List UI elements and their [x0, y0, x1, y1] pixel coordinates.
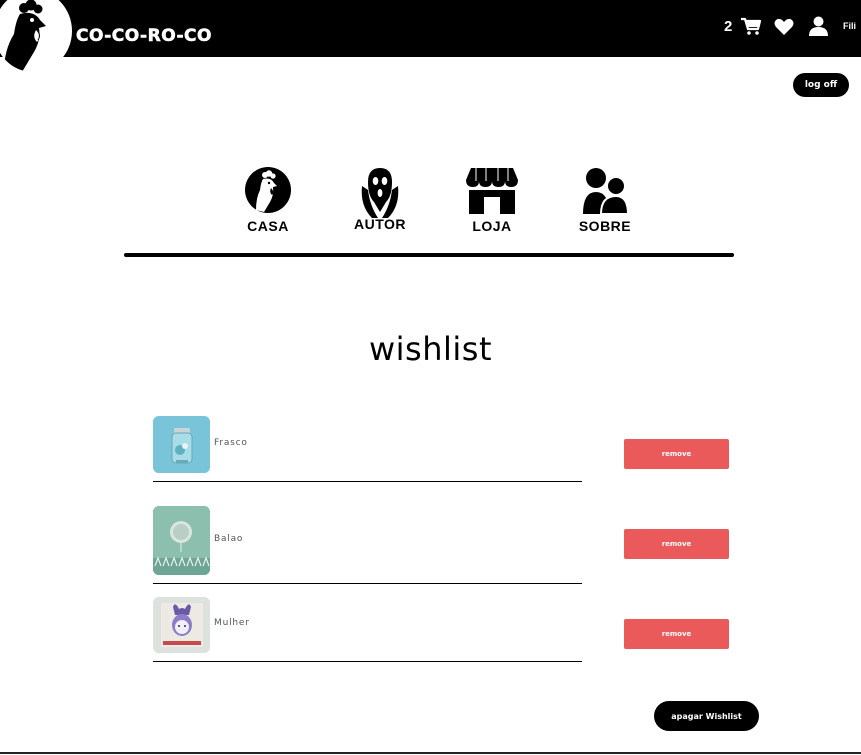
user-name[interactable]: Fili	[843, 21, 856, 31]
nav-item-loja[interactable]: LOJA	[442, 166, 542, 234]
row-divider	[153, 661, 582, 662]
row-divider	[153, 481, 582, 482]
people-icon	[583, 168, 629, 214]
logoff-button[interactable]: log off	[793, 73, 849, 97]
nav-item-autor[interactable]: AUTOR	[330, 166, 430, 232]
clear-wishlist-button[interactable]: apagar Wishlist	[654, 701, 759, 731]
remove-button[interactable]: remove	[624, 439, 729, 469]
row-divider	[153, 583, 582, 584]
rooster-logo-icon[interactable]	[0, 0, 72, 72]
rooster-circle-icon	[245, 167, 291, 213]
scream-face-icon	[361, 168, 399, 218]
heart-icon[interactable]	[774, 18, 794, 40]
cart-count: 2	[724, 18, 733, 35]
nav-label: CASA	[247, 218, 289, 234]
brand-name[interactable]: CO-CO-RO-CO	[76, 26, 212, 47]
remove-button[interactable]: remove	[624, 619, 729, 649]
user-icon[interactable]	[809, 16, 828, 40]
item-thumbnail-frasco[interactable]	[153, 416, 210, 473]
nav-item-casa[interactable]: CASA	[218, 166, 318, 234]
nav-divider	[124, 253, 734, 257]
item-thumbnail-mulher[interactable]	[153, 597, 210, 653]
cart-icon[interactable]	[740, 16, 762, 40]
nav-label: AUTOR	[353, 216, 407, 232]
item-thumbnail-balao[interactable]	[153, 506, 210, 575]
item-name[interactable]: Mulher	[214, 618, 250, 628]
item-name[interactable]: Frasco	[214, 438, 248, 448]
nav-label: SOBRE	[578, 218, 632, 234]
store-icon	[466, 168, 518, 214]
top-bar: CO-CO-RO-CO 2 Fili	[0, 0, 861, 72]
nav-label: LOJA	[472, 218, 512, 234]
item-name[interactable]: Balao	[214, 534, 243, 544]
footer-divider	[0, 752, 861, 754]
page-title: wishlist	[368, 330, 492, 368]
nav-item-sobre[interactable]: SOBRE	[555, 166, 655, 234]
remove-button[interactable]: remove	[624, 529, 729, 559]
